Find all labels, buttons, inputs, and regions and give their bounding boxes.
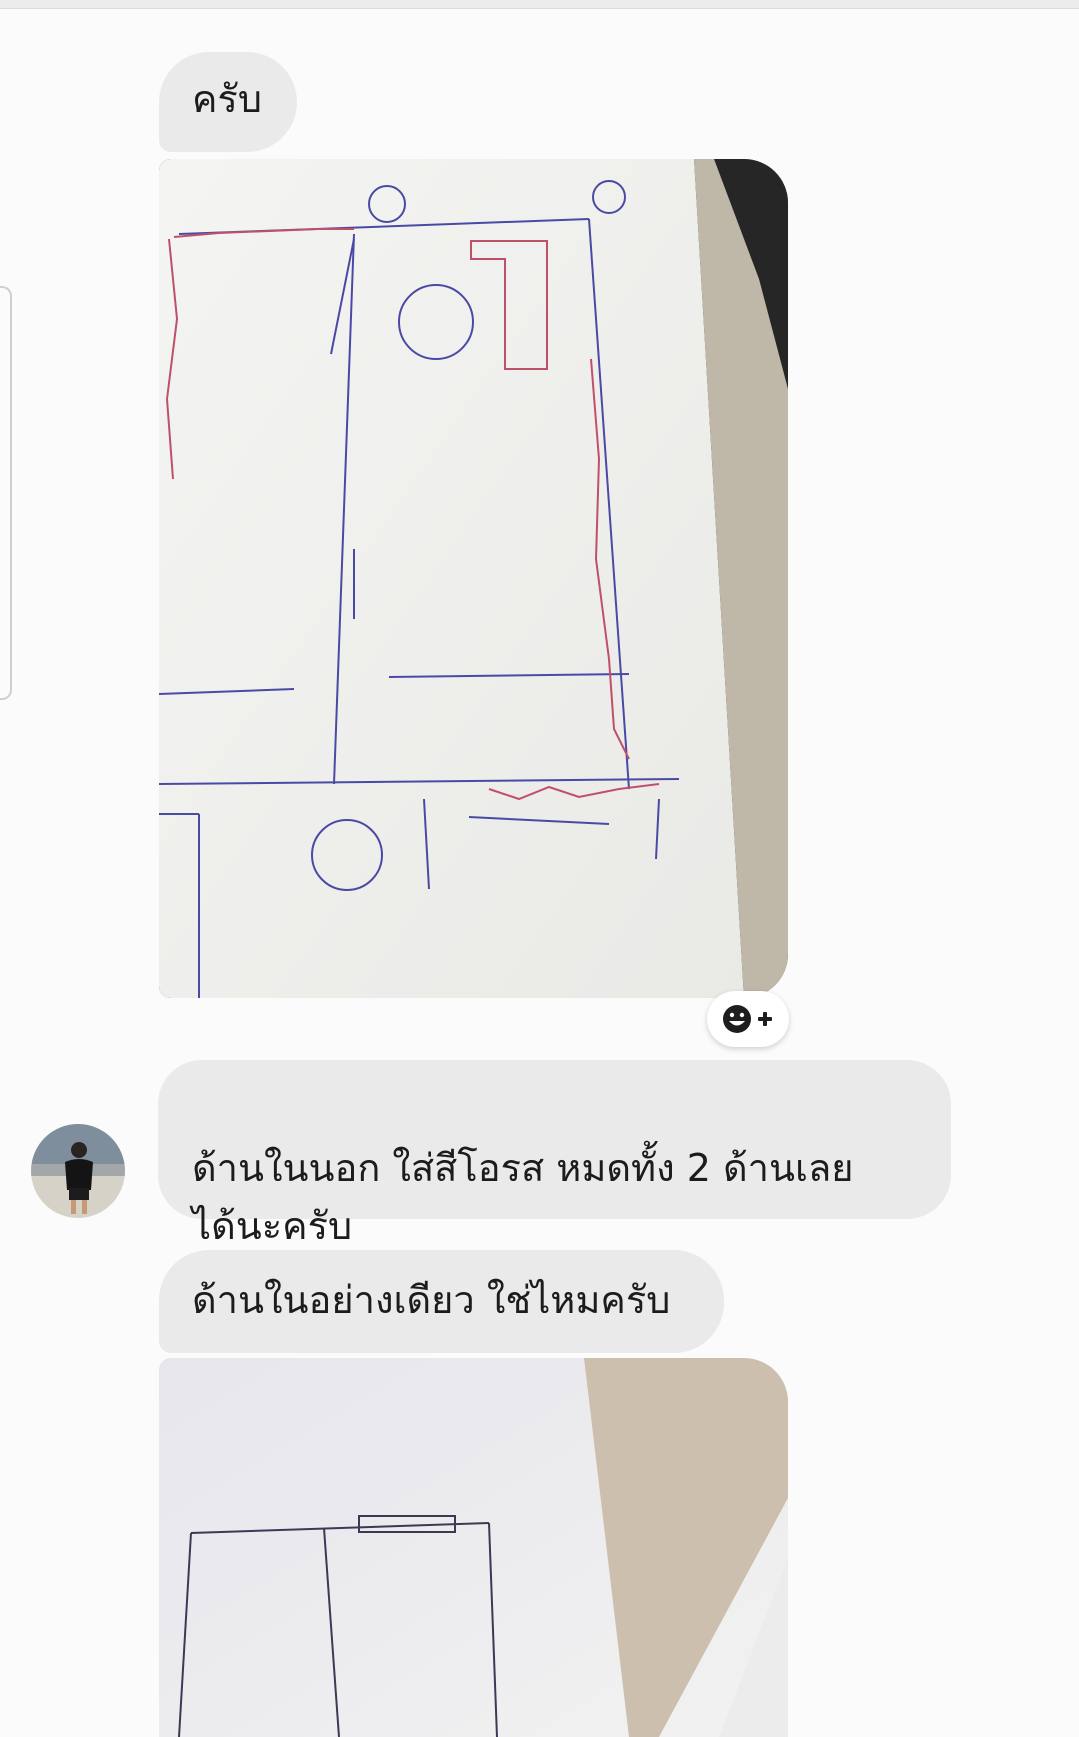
message-text: ครับ [192, 77, 262, 121]
message-photo[interactable] [159, 159, 788, 998]
message-bubble[interactable]: ครับ [159, 52, 297, 152]
avatar[interactable] [31, 1124, 125, 1218]
message-text: ด้านในอย่างเดียว ใช่ไหมครับ [192, 1278, 671, 1322]
sketch-image [159, 159, 788, 998]
message-photo[interactable] [159, 1358, 788, 1737]
message-bubble[interactable]: ด้านในอย่างเดียว ใช่ไหมครับ [159, 1250, 724, 1353]
message-bubble[interactable]: ด้านในนอก ใส่สีโอรส หมดทั้ง 2 ด้านเลย ได… [158, 1060, 951, 1248]
sketch-image [159, 1358, 788, 1737]
top-bar [0, 0, 1079, 9]
side-panel-handle[interactable] [0, 286, 12, 700]
emoji-add-icon [723, 1005, 772, 1033]
add-reaction-button[interactable] [707, 991, 789, 1047]
avatar-photo [31, 1124, 125, 1218]
message-text: ด้านในนอก ใส่สีโอรส หมดทั้ง 2 ด้านเลย ได… [192, 1146, 854, 1248]
